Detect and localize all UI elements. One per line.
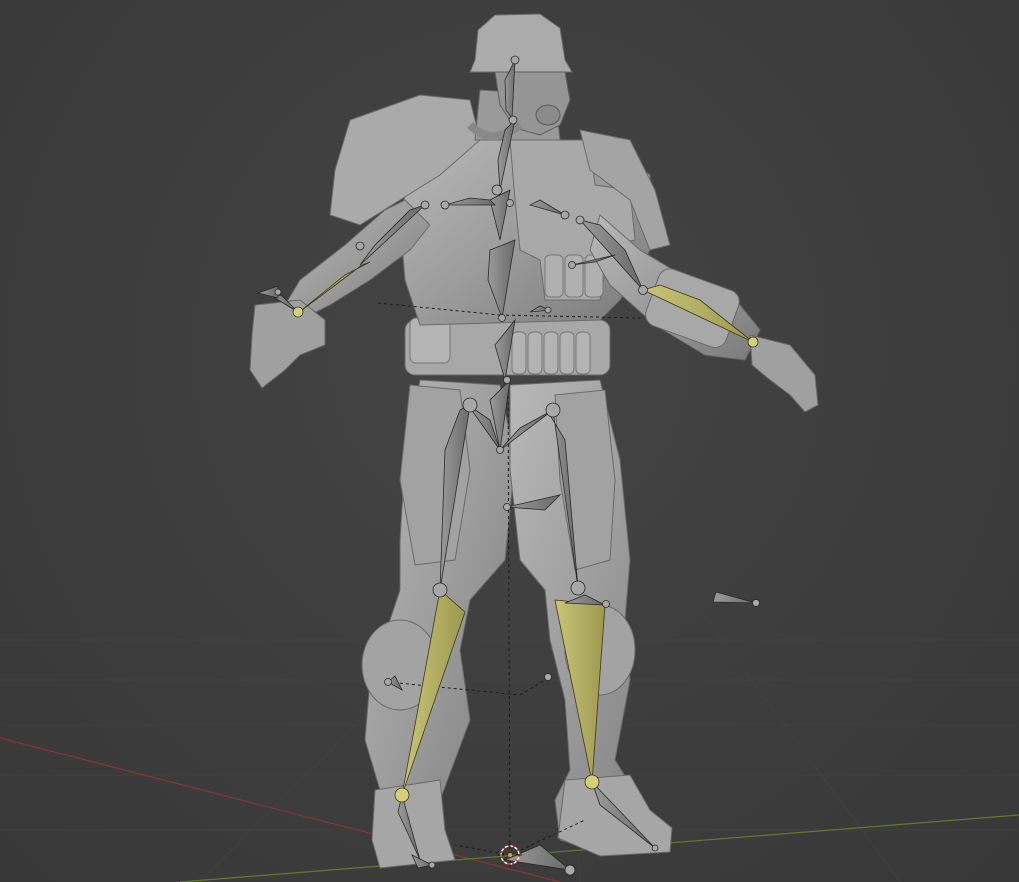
viewport-scene[interactable] bbox=[0, 0, 1019, 882]
3d-cursor[interactable] bbox=[498, 843, 522, 867]
helmet-mesh bbox=[469, 13, 573, 73]
mask-filter-mesh bbox=[535, 104, 561, 126]
bone-right-knee-pole[interactable] bbox=[712, 591, 757, 604]
armored-soldier-mesh[interactable] bbox=[249, 13, 819, 869]
left-hand-mesh bbox=[249, 299, 326, 389]
right-hand-mesh bbox=[749, 334, 819, 413]
x-axis-line bbox=[0, 737, 561, 882]
3d-viewport[interactable] bbox=[0, 0, 1019, 882]
bone-root[interactable] bbox=[503, 844, 572, 871]
